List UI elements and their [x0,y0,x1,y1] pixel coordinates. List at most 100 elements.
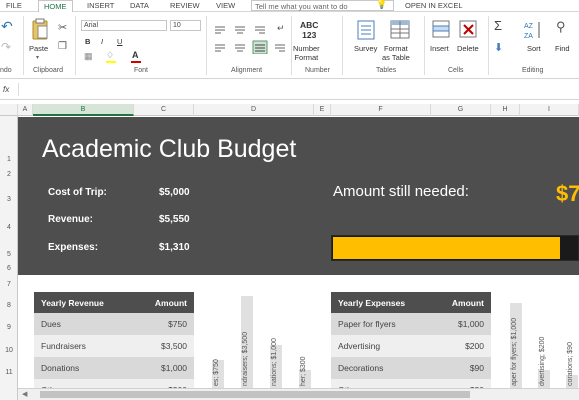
find-button[interactable]: Find [555,44,570,53]
open-in-excel-button[interactable]: OPEN IN EXCEL [405,1,463,10]
font-color-button[interactable]: A [132,51,139,60]
number-format-icon[interactable]: ABC 123 [300,20,318,40]
row-header[interactable]: 8 [0,302,18,309]
clipboard-group-label: Clipboard [33,67,63,74]
undo-icon[interactable]: ↶ [1,19,13,33]
expense-amount[interactable]: $1,000 [458,319,484,329]
insert-cells-icon[interactable] [432,20,450,40]
expenses-header-label[interactable]: Yearly Expenses [338,298,405,308]
expense-item[interactable]: Advertising [338,341,380,351]
cost-of-trip-value[interactable]: $5,000 [159,187,190,198]
redo-icon[interactable]: ↷ [1,41,11,53]
bold-button[interactable]: B [85,37,90,46]
row-header[interactable]: 11 [0,369,18,376]
revenue-item[interactable]: Fundraisers [41,341,86,351]
revenue-amount[interactable]: $1,000 [161,363,187,373]
column-header[interactable]: A [18,104,33,116]
delete-button[interactable]: Delete [457,44,479,53]
tab-insert[interactable]: INSERT [87,1,114,10]
revenue-amount[interactable]: $3,500 [161,341,187,351]
cost-of-trip-label[interactable]: Cost of Trip: [48,187,107,198]
expenses-label[interactable]: Expenses: [48,242,98,253]
expense-amount[interactable]: $200 [465,341,484,351]
expense-amount[interactable]: $90 [470,363,484,373]
ribbon: ↶ ↷ ndo Paste ▾ ✂ ❐ Clipboard Arial 10 B… [0,12,579,79]
divider [424,16,425,75]
formula-input[interactable] [18,83,573,96]
italic-button[interactable]: I [101,37,103,46]
delete-cells-icon[interactable] [459,20,477,40]
revenue-header-amount[interactable]: Amount [155,298,187,308]
borders-icon[interactable]: ▦ [84,52,93,61]
tables-group-label: Tables [376,67,397,74]
tab-data[interactable]: DATA [130,1,149,10]
tab-file[interactable]: FILE [6,1,22,10]
find-icon[interactable]: ⚲ [556,20,566,33]
revenue-value[interactable]: $5,550 [159,214,190,225]
row-header[interactable]: 5 [0,251,18,258]
fill-color-swatch [106,61,116,63]
column-header[interactable]: I [520,104,579,116]
wrap-text-icon[interactable]: ↵ [277,24,285,33]
row-header[interactable]: 2 [0,171,18,178]
sort-button[interactable]: Sort [527,44,541,53]
expense-item[interactable]: Decorations [338,363,383,373]
underline-button[interactable]: U [117,37,122,46]
horizontal-scrollbar[interactable]: ◀ [18,388,579,400]
amount-needed-label[interactable]: Amount still needed: [333,183,469,200]
clipboard-icon[interactable] [31,18,49,40]
tab-review[interactable]: REVIEW [170,1,200,10]
column-header[interactable]: H [491,104,520,116]
function-icon[interactable]: fx [3,85,9,94]
select-all-corner[interactable] [0,104,18,116]
revenue-amount[interactable]: $750 [168,319,187,329]
row-header[interactable]: 4 [0,224,18,231]
revenue-item[interactable]: Dues [41,319,61,329]
number-group-label: Number [305,67,330,74]
column-header[interactable]: G [431,104,491,116]
expense-item[interactable]: Paper for flyers [338,319,396,329]
autosum-icon[interactable]: Σ [494,19,502,32]
fill-color-icon[interactable]: ♢ [106,51,114,60]
table-row: Advertising $200 [331,335,491,357]
fill-icon[interactable]: ⬇ [494,43,503,54]
insert-button[interactable]: Insert [430,44,449,53]
sheet-title[interactable]: Academic Club Budget [42,135,296,164]
column-header[interactable]: C [134,104,194,116]
row-header[interactable]: 9 [0,324,18,331]
column-header[interactable]: D [194,104,314,116]
revenue-label[interactable]: Revenue: [48,214,93,225]
column-header[interactable]: F [331,104,431,116]
number-format-button[interactable]: Number Format [293,44,320,62]
tab-view[interactable]: VIEW [216,1,235,10]
amount-needed-value[interactable]: $7 [556,181,579,207]
revenue-item[interactable]: Donations [41,363,79,373]
row-headers: 1 2 3 4 5 6 7 8 9 10 11 [0,116,18,400]
format-as-table-button[interactable]: Format as Table [382,44,410,62]
font-size-select[interactable]: 10 [170,20,201,31]
scroll-left-icon[interactable]: ◀ [22,390,27,398]
survey-button[interactable]: Survey [354,44,377,53]
revenue-table-header: Yearly Revenue Amount [34,292,194,313]
row-header[interactable]: 10 [0,347,18,354]
sort-icon[interactable]: AZ ZA [524,20,542,40]
paste-button[interactable]: Paste [29,44,48,53]
expenses-value[interactable]: $1,310 [159,242,190,253]
tell-me-input[interactable]: Tell me what you want to do [251,0,394,11]
row-header[interactable]: 3 [0,196,18,203]
survey-icon[interactable] [357,20,375,40]
undo-group-label: ndo [0,67,12,74]
row-header[interactable]: 7 [0,281,18,288]
row-header[interactable]: 6 [0,265,18,272]
revenue-header-label[interactable]: Yearly Revenue [41,298,104,308]
cut-icon[interactable]: ✂ [58,23,67,34]
column-header[interactable]: E [314,104,331,116]
scrollbar-thumb[interactable] [40,391,470,398]
format-as-table-icon[interactable] [390,20,410,40]
row-header[interactable]: 1 [0,156,18,163]
expenses-header-amount[interactable]: Amount [452,298,484,308]
column-header[interactable]: B [33,104,134,116]
chevron-down-icon[interactable]: ▾ [36,54,39,63]
font-name-select[interactable]: Arial [81,20,167,31]
copy-icon[interactable]: ❐ [58,42,67,52]
